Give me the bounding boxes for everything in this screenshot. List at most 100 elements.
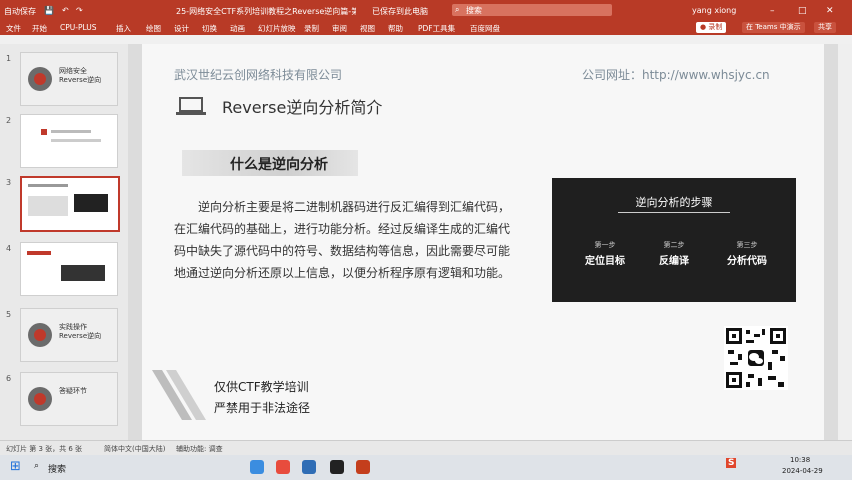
thumbnail-graphic xyxy=(28,323,52,347)
powerpoint-icon[interactable] xyxy=(356,460,370,474)
tab-baidu-pan[interactable]: 百度网盘 xyxy=(470,23,500,34)
thumbnail-number: 2 xyxy=(6,116,12,125)
step-3: 第三步 分析代码 xyxy=(712,240,782,267)
tab-animations[interactable]: 动画 xyxy=(230,23,245,34)
app-icon[interactable] xyxy=(302,460,316,474)
search-box[interactable]: ⌕ 搜索 xyxy=(452,4,612,16)
slide-title: Reverse逆向分析简介 xyxy=(222,98,383,117)
thumbnail-line-bar xyxy=(27,251,51,255)
tab-pdf-tools[interactable]: PDF工具集 xyxy=(418,23,455,34)
slide-thumbnail-pane: 1 网络安全 Reverse逆向 2 3 4 5 实践操作 Reverse逆向 xyxy=(0,44,128,440)
tab-help[interactable]: 帮助 xyxy=(388,23,403,34)
tab-design[interactable]: 设计 xyxy=(174,23,189,34)
thumbnail-line: Reverse逆向 xyxy=(59,76,102,84)
tab-cpu-plus[interactable]: CPU-PLUS xyxy=(60,23,97,32)
thumbnail-dark-panel xyxy=(61,265,105,281)
tab-transitions[interactable]: 切换 xyxy=(202,23,217,34)
autosave-label[interactable]: 自动保存 xyxy=(4,6,36,17)
tab-insert[interactable]: 插入 xyxy=(116,23,131,34)
vertical-scrollbar[interactable] xyxy=(838,44,852,440)
thumbnail-graphic xyxy=(28,67,52,91)
step-1: 第一步 定位目标 xyxy=(570,240,640,267)
input-method-icon[interactable]: S xyxy=(726,458,737,468)
thumbnail-bullet xyxy=(41,129,47,135)
steps-panel-underline xyxy=(618,212,730,213)
slide-thumbnail-6[interactable]: 答疑环节 xyxy=(20,372,118,426)
ribbon-collapsed-bar xyxy=(0,35,852,44)
accessibility-status[interactable]: 辅助功能: 调查 xyxy=(176,444,223,454)
ribbon-tabs: 文件 开始 CPU-PLUS 插入 绘图 设计 切换 动画 幻灯片放映 录制 审… xyxy=(0,20,852,35)
save-icon[interactable]: 💾 xyxy=(44,6,54,15)
laptop-icon xyxy=(176,97,206,115)
slide-thumbnail-3-selected[interactable] xyxy=(20,176,120,232)
thumbnail-line-bar xyxy=(51,139,101,142)
step-name: 定位目标 xyxy=(585,256,625,267)
step-name: 反编译 xyxy=(659,256,689,267)
steps-panel: 逆向分析的步骤 第一步 定位目标 第二步 反编译 第三步 分析代码 xyxy=(552,178,796,302)
slide-thumbnail-5[interactable]: 实践操作 Reverse逆向 xyxy=(20,308,118,362)
user-name[interactable]: yang xiong xyxy=(692,6,736,15)
slide-thumbnail-4[interactable] xyxy=(20,242,118,296)
thumbnail-number: 5 xyxy=(6,310,12,319)
decorative-stripes xyxy=(152,370,206,420)
language-indicator[interactable]: 简体中文(中国大陆) xyxy=(104,444,165,454)
thumbnail-number: 4 xyxy=(6,244,12,253)
slide-thumbnail-1[interactable]: 网络安全 Reverse逆向 xyxy=(20,52,118,106)
minimize-button[interactable]: – xyxy=(770,6,775,16)
thumbnail-line-bar xyxy=(51,130,91,133)
browser-icon[interactable] xyxy=(276,460,290,474)
step-label: 第三步 xyxy=(736,241,758,249)
section-heading-box: 什么是逆向分析 xyxy=(182,150,358,176)
notice-line-1: 仅供CTF教学培训 xyxy=(214,380,309,394)
tab-file[interactable]: 文件 xyxy=(6,23,21,34)
maximize-button[interactable]: □ xyxy=(798,6,807,16)
tab-view[interactable]: 视图 xyxy=(360,23,375,34)
document-title: 25-网络安全CTF系列培训教程之Reverse逆向篇-第五节.pptx xyxy=(176,7,356,16)
thumbnail-text-block xyxy=(28,196,68,216)
record-button[interactable]: ● 录制 xyxy=(696,22,727,33)
thumbnail-line-bar xyxy=(28,184,68,187)
thumbnail-graphic xyxy=(28,387,52,411)
slide-counter: 幻灯片 第 3 张，共 6 张 xyxy=(6,445,83,453)
tab-home[interactable]: 开始 xyxy=(32,23,47,34)
app-icon[interactable] xyxy=(250,460,264,474)
windows-start-icon[interactable]: ⊞ xyxy=(10,459,21,474)
notice-line-2: 严禁用于非法途径 xyxy=(214,401,311,415)
search-icon: ⌕ xyxy=(455,5,460,14)
close-button[interactable]: ✕ xyxy=(826,6,834,16)
undo-icon[interactable]: ↶ xyxy=(62,6,69,15)
saved-state: 已保存到此电脑 xyxy=(372,7,428,16)
thumbnail-number: 6 xyxy=(6,374,12,383)
tab-draw[interactable]: 绘图 xyxy=(146,23,161,34)
step-label: 第二步 xyxy=(663,241,685,249)
slide-canvas[interactable]: 武汉世纪云创网络科技有限公司 公司网址：http://www.whsjyc.cn… xyxy=(142,44,824,440)
clock-date: 2024-04-29 xyxy=(782,467,823,475)
wechat-qr-code xyxy=(724,326,788,390)
taskbar-search-icon[interactable]: ⌕ xyxy=(34,461,39,471)
section-heading: 什么是逆向分析 xyxy=(230,157,328,173)
tab-review[interactable]: 审阅 xyxy=(332,23,347,34)
redo-icon[interactable]: ↷ xyxy=(76,6,83,15)
tab-record[interactable]: 录制 xyxy=(304,23,319,34)
thumbnail-number: 3 xyxy=(6,178,12,187)
company-name: 武汉世纪云创网络科技有限公司 xyxy=(174,68,343,82)
thumbnail-line: 实践操作 xyxy=(59,323,87,331)
app-icon[interactable] xyxy=(330,460,344,474)
thumbnail-line: Reverse逆向 xyxy=(59,332,102,340)
status-bar: 幻灯片 第 3 张，共 6 张 简体中文(中国大陆) 辅助功能: 调查 xyxy=(0,440,852,455)
thumbnail-line: 网络安全 xyxy=(59,67,87,75)
search-placeholder: 搜索 xyxy=(466,6,482,15)
company-url: 公司网址：http://www.whsjyc.cn xyxy=(582,68,770,82)
body-paragraph: 逆向分析主要是将二进制机器码进行反汇编得到汇编代码，在汇编代码的基础上，进行功能… xyxy=(174,200,511,280)
step-label: 第一步 xyxy=(594,241,616,249)
thumbnail-number: 1 xyxy=(6,54,12,63)
usage-notice: 仅供CTF教学培训 严禁用于非法途径 xyxy=(214,377,310,419)
teams-present-button[interactable]: 在 Teams 中演示 xyxy=(742,22,805,33)
step-2: 第二步 反编译 xyxy=(639,240,709,267)
title-bar: 自动保存 💾 ↶ ↷ 25-网络安全CTF系列培训教程之Reverse逆向篇-第… xyxy=(0,0,852,20)
tab-slideshow[interactable]: 幻灯片放映 xyxy=(258,23,296,34)
slide-thumbnail-2[interactable] xyxy=(20,114,118,168)
thumbnail-dark-panel xyxy=(74,194,108,212)
share-button[interactable]: 共享 xyxy=(814,22,836,33)
taskbar-search[interactable]: 搜索 xyxy=(48,462,66,475)
